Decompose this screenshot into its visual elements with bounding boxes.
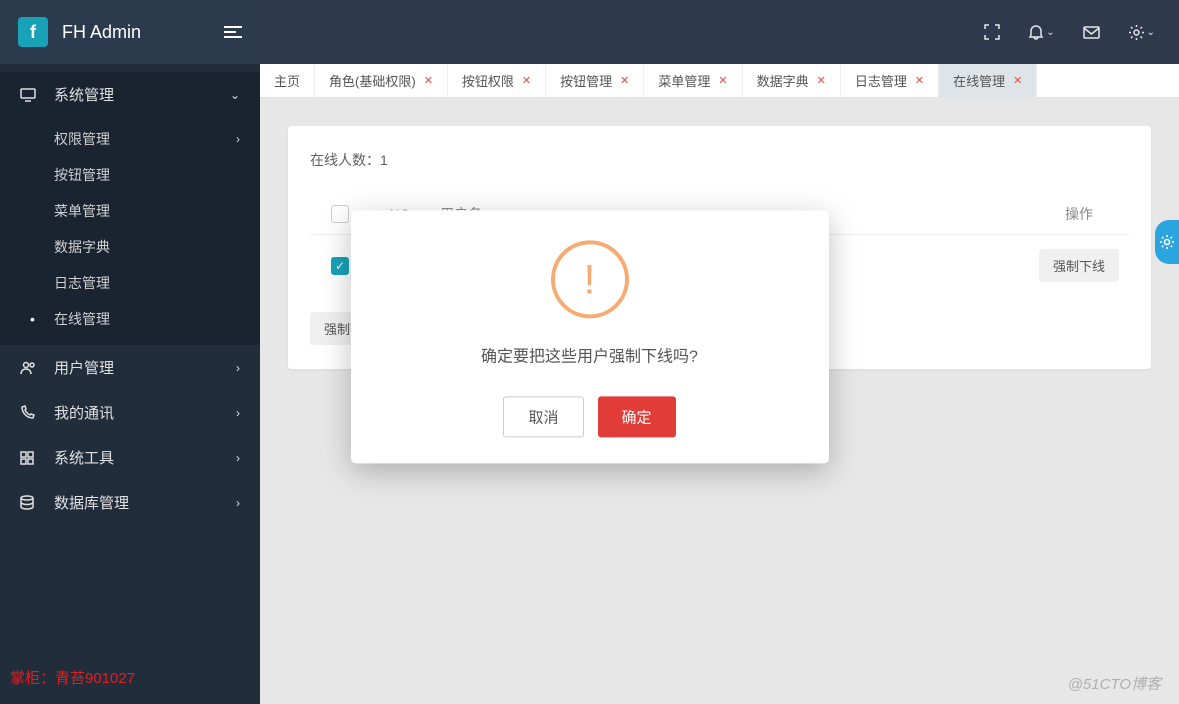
sidebar-item-comm[interactable]: 我的通讯 › <box>0 390 260 435</box>
sidebar-item-label: 我的通讯 <box>54 402 114 423</box>
sidebar-sub-buttons[interactable]: 按钮管理 <box>0 157 260 193</box>
fullscreen-icon[interactable] <box>984 24 1000 40</box>
chevron-down-icon: ⌄ <box>230 88 240 102</box>
brand-row: f FH Admin <box>0 0 260 64</box>
force-offline-row-button[interactable]: 强制下线 <box>1039 249 1119 282</box>
sidebar-item-label: 用户管理 <box>54 357 114 378</box>
sidebar-sub-online[interactable]: 在线管理 <box>0 301 260 337</box>
settings-drawer-icon[interactable] <box>1155 220 1179 264</box>
phone-icon <box>20 405 40 420</box>
warning-icon: ! <box>551 240 629 318</box>
gear-icon[interactable]: ⌄ <box>1128 24 1155 41</box>
cancel-button[interactable]: 取消 <box>503 396 583 437</box>
tab-btn-mgmt[interactable]: 按钮管理✕ <box>546 64 644 97</box>
close-icon[interactable]: ✕ <box>718 74 727 87</box>
tab-logs[interactable]: 日志管理✕ <box>841 64 939 97</box>
watermark: @51CTO博客 <box>1068 673 1161 694</box>
col-action: 操作 <box>1029 204 1129 224</box>
chevron-right-icon: › <box>236 496 240 510</box>
modal-message: 确定要把这些用户强制下线吗? <box>481 342 698 366</box>
sidebar-footer: 掌柜：青苔901027 <box>0 651 260 704</box>
sidebar-item-tools[interactable]: 系统工具 › <box>0 435 260 480</box>
sidebar-submenu: 权限管理› 按钮管理 菜单管理 数据字典 日志管理 在线管理 <box>0 117 260 345</box>
checkbox-all[interactable] <box>331 205 349 223</box>
mail-icon[interactable] <box>1083 26 1100 39</box>
brand-logo: f <box>18 17 48 47</box>
modal-actions: 取消 确定 <box>503 396 675 437</box>
menu-toggle-icon[interactable] <box>224 25 242 39</box>
brand-name: FH Admin <box>62 22 141 43</box>
close-icon[interactable]: ✕ <box>620 74 629 87</box>
chevron-right-icon: › <box>236 451 240 465</box>
sidebar-nav: 系统管理 ⌄ 权限管理› 按钮管理 菜单管理 数据字典 日志管理 在线管理 用户… <box>0 64 260 651</box>
sidebar-sub-permissions[interactable]: 权限管理› <box>0 121 260 157</box>
sidebar-item-users[interactable]: 用户管理 › <box>0 345 260 390</box>
sidebar-sub-dict[interactable]: 数据字典 <box>0 229 260 265</box>
sidebar: f FH Admin 系统管理 ⌄ 权限管理› 按钮管理 菜单管理 数据字典 日… <box>0 0 260 704</box>
chevron-right-icon: › <box>236 361 240 375</box>
monitor-icon <box>20 88 40 102</box>
disk-icon <box>20 495 40 510</box>
close-icon[interactable]: ✕ <box>522 74 531 87</box>
close-icon[interactable]: ✕ <box>1013 74 1022 87</box>
close-icon[interactable]: ✕ <box>817 74 826 87</box>
confirm-modal: ! 确定要把这些用户强制下线吗? 取消 确定 <box>351 210 829 463</box>
tab-menu[interactable]: 菜单管理✕ <box>644 64 742 97</box>
tab-dict[interactable]: 数据字典✕ <box>743 64 841 97</box>
sidebar-item-label: 系统工具 <box>54 447 114 468</box>
close-icon[interactable]: ✕ <box>915 74 924 87</box>
sidebar-sub-menu[interactable]: 菜单管理 <box>0 193 260 229</box>
tab-btn-perm[interactable]: 按钮权限✕ <box>448 64 546 97</box>
tab-online[interactable]: 在线管理✕ <box>939 64 1037 97</box>
chevron-right-icon: › <box>236 132 240 146</box>
chevron-right-icon: › <box>236 406 240 420</box>
users-icon <box>20 361 40 375</box>
topbar: ⌄ ⌄ <box>260 0 1179 64</box>
sidebar-item-system[interactable]: 系统管理 ⌄ <box>0 72 260 117</box>
checkbox-row[interactable]: ✓ <box>331 257 349 275</box>
tabs-bar: 主页 角色(基础权限)✕ 按钮权限✕ 按钮管理✕ 菜单管理✕ 数据字典✕ 日志管… <box>260 64 1179 98</box>
sidebar-item-label: 数据库管理 <box>54 492 129 513</box>
bell-icon[interactable]: ⌄ <box>1028 24 1054 40</box>
tab-roles[interactable]: 角色(基础权限)✕ <box>315 64 448 97</box>
sidebar-item-db[interactable]: 数据库管理 › <box>0 480 260 525</box>
online-count: 在线人数：1 <box>310 150 1129 170</box>
tab-home[interactable]: 主页 <box>260 64 315 97</box>
sidebar-item-label: 系统管理 <box>54 84 114 105</box>
grid-icon <box>20 451 40 465</box>
ok-button[interactable]: 确定 <box>598 396 676 437</box>
sidebar-sub-logs[interactable]: 日志管理 <box>0 265 260 301</box>
close-icon[interactable]: ✕ <box>424 74 433 87</box>
